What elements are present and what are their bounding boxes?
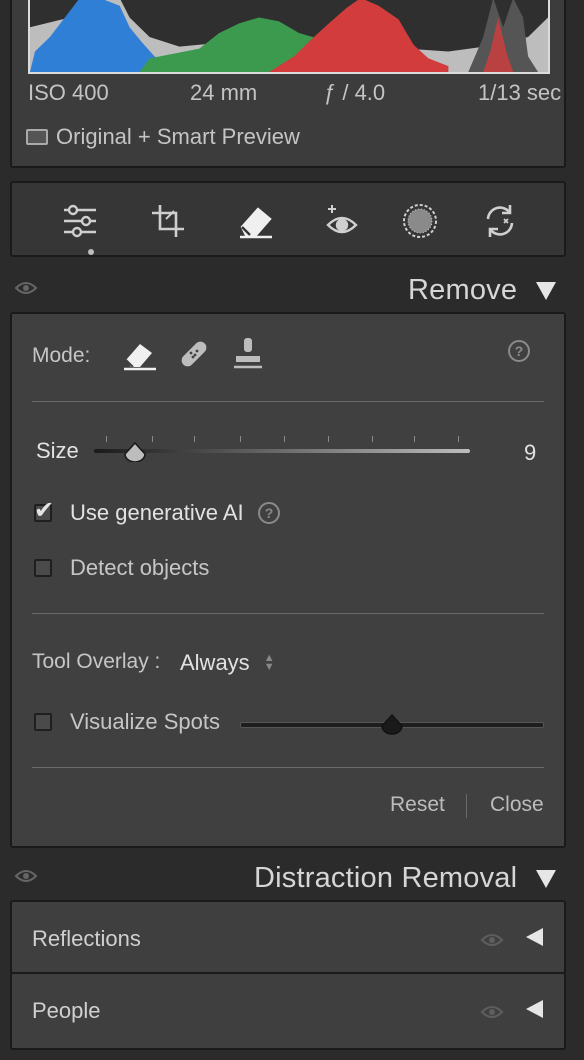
remove-section-title: Remove xyxy=(408,274,518,306)
people-label: People xyxy=(32,998,101,1023)
remove-eraser-icon[interactable] xyxy=(234,199,278,243)
masking-icon[interactable] xyxy=(398,199,442,243)
reflections-label: Reflections xyxy=(32,926,141,951)
exif-iso: ISO 400 xyxy=(28,80,109,105)
expand-triangle-icon[interactable] xyxy=(526,1000,543,1018)
eye-icon[interactable] xyxy=(480,1004,504,1020)
reflections-panel[interactable]: Reflections xyxy=(10,900,566,974)
eye-icon[interactable] xyxy=(14,280,38,296)
collapse-triangle-icon[interactable] xyxy=(536,282,556,300)
size-label: Size xyxy=(36,438,79,463)
divider xyxy=(32,767,544,768)
exif-aperture: ƒ / 4.0 xyxy=(324,80,386,105)
divider xyxy=(32,401,544,402)
visualize-spots-checkbox[interactable] xyxy=(34,713,52,731)
tool-overlay-value: Always xyxy=(180,650,250,675)
histogram-graph xyxy=(30,0,548,72)
button-separator xyxy=(466,794,467,818)
eraser-mode-icon[interactable] xyxy=(122,336,158,372)
red-eye-icon[interactable] xyxy=(320,199,364,243)
distraction-removal-title: Distraction Removal xyxy=(254,862,518,894)
generative-ai-help-icon[interactable]: ? xyxy=(258,502,280,524)
size-value: 9 xyxy=(524,440,537,465)
crop-icon[interactable] xyxy=(146,199,190,243)
stepper-arrows-icon: ▲ ▼ xyxy=(263,652,275,673)
exif-shutter-speed: 1/13 sec xyxy=(478,80,562,105)
divider xyxy=(32,613,544,614)
clone-mode-icon[interactable] xyxy=(230,336,266,372)
eye-icon[interactable] xyxy=(480,932,504,948)
people-panel[interactable]: People xyxy=(10,972,566,1050)
histogram[interactable] xyxy=(28,0,550,74)
preview-icon xyxy=(26,129,48,145)
active-tool-indicator xyxy=(88,249,94,255)
tool-overlay-label: Tool Overlay : xyxy=(32,650,161,673)
smart-preview-status[interactable]: Original + Smart Preview xyxy=(26,124,300,150)
remove-panel: Mode: ? Size 9 ✔ Use generative AI ? Det… xyxy=(10,312,566,848)
histogram-panel: ISO 400 24 mm ƒ / 4.0 1/13 sec Original … xyxy=(10,0,566,168)
size-slider-ticks xyxy=(94,436,472,444)
detect-objects-checkbox[interactable] xyxy=(34,559,52,577)
edit-sliders-icon[interactable] xyxy=(58,199,102,243)
size-slider[interactable] xyxy=(94,436,472,462)
checkmark-icon: ✔ xyxy=(34,497,55,524)
visualize-spots-slider[interactable] xyxy=(240,712,546,736)
size-slider-track xyxy=(94,449,470,453)
visualize-slider-thumb[interactable] xyxy=(380,714,404,736)
distraction-removal-section-header[interactable]: Distraction Removal xyxy=(0,852,584,902)
presets-sync-icon[interactable] xyxy=(478,199,522,243)
expand-triangle-icon[interactable] xyxy=(526,928,543,946)
collapse-triangle-icon[interactable] xyxy=(536,870,556,888)
remove-help-icon[interactable]: ? xyxy=(508,340,530,362)
eye-icon[interactable] xyxy=(14,868,38,884)
mode-label: Mode: xyxy=(32,344,91,367)
close-button[interactable]: Close xyxy=(490,793,544,817)
visualize-spots-label[interactable]: Visualize Spots xyxy=(70,709,220,735)
preview-status-label: Original + Smart Preview xyxy=(56,124,300,149)
tool-strip xyxy=(10,181,566,257)
reset-button[interactable]: Reset xyxy=(390,793,445,817)
use-generative-ai-label[interactable]: Use generative AI xyxy=(70,500,244,526)
size-slider-thumb[interactable] xyxy=(123,442,147,462)
heal-mode-icon[interactable] xyxy=(176,336,212,372)
remove-section-header[interactable]: Remove xyxy=(0,264,584,314)
detect-objects-label[interactable]: Detect objects xyxy=(70,555,209,581)
tool-overlay-select[interactable]: Always ▲ ▼ xyxy=(180,650,275,676)
exif-focal-length: 24 mm xyxy=(190,80,258,105)
